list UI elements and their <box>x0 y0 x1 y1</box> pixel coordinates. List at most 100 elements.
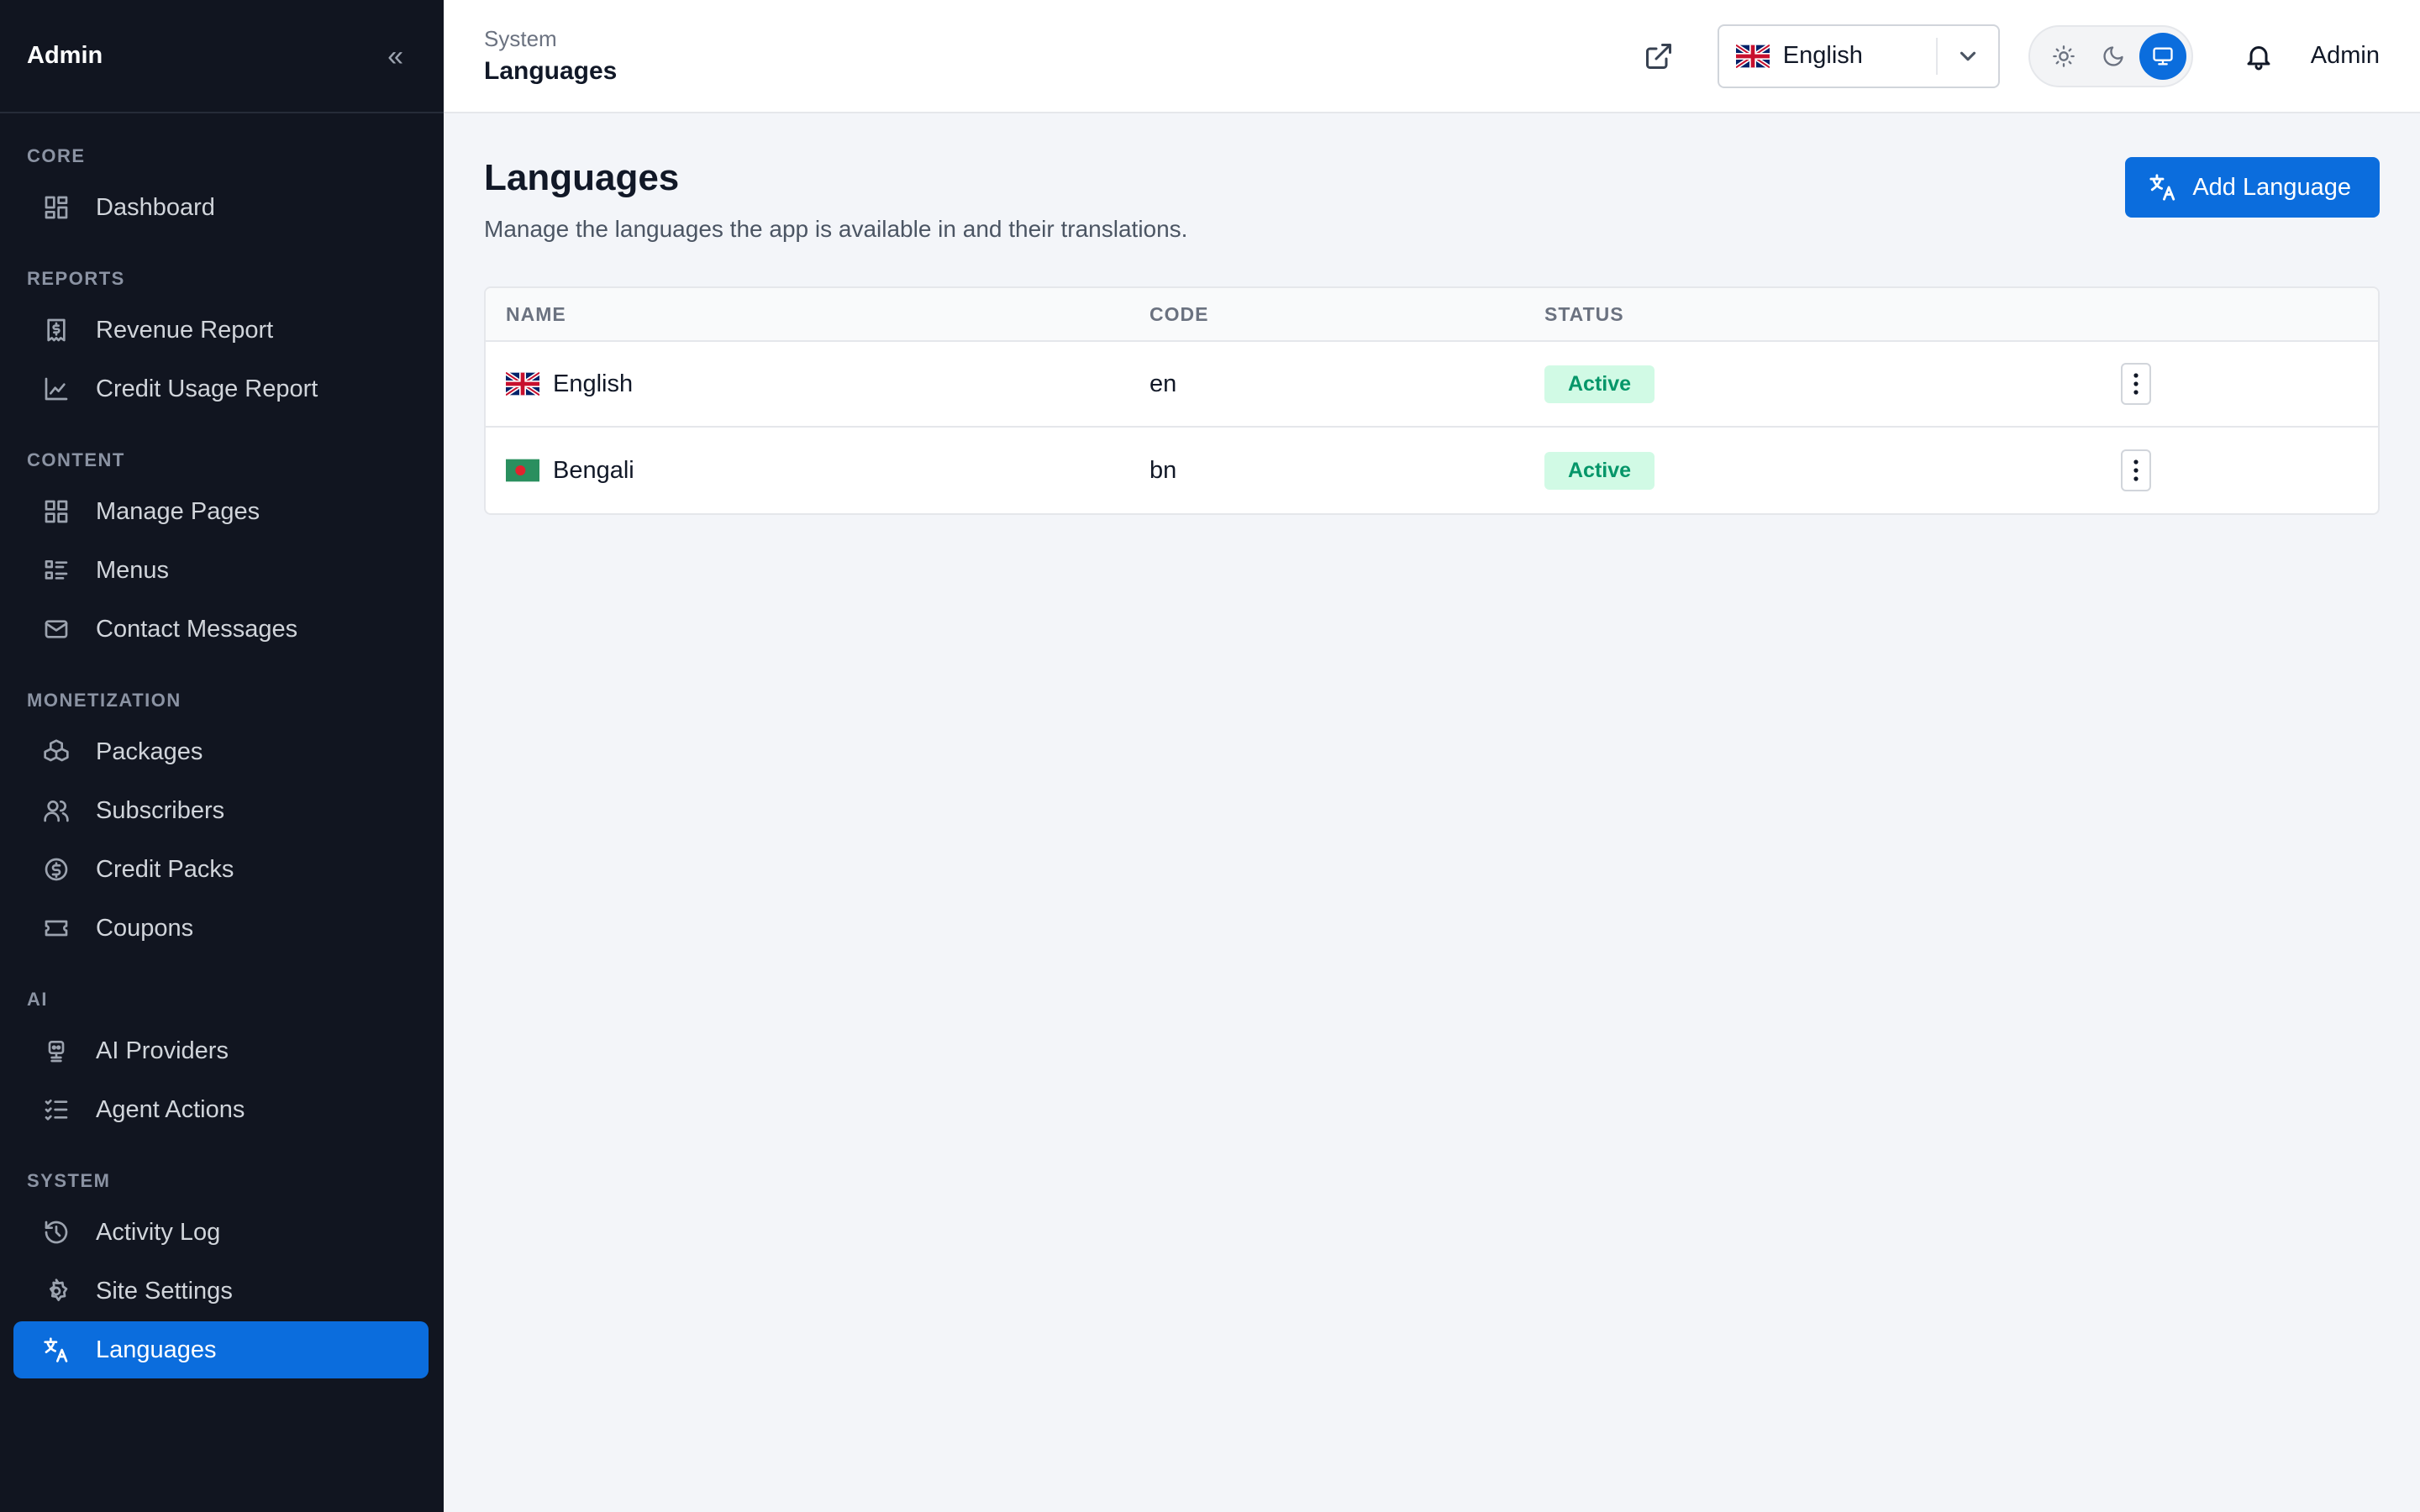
nav-section-ai: AI AI Providers Agent Actions <box>0 989 444 1138</box>
cell-status: Active <box>1544 451 2121 490</box>
sidebar-item-label: Credit Usage Report <box>96 375 318 402</box>
sidebar-title: Admin <box>27 42 103 69</box>
sidebar-item-activity-log[interactable]: Activity Log <box>13 1204 429 1261</box>
sidebar-item-label: Credit Packs <box>96 855 234 883</box>
bell-icon[interactable] <box>2233 31 2284 81</box>
sidebar-item-coupons[interactable]: Coupons <box>13 900 429 957</box>
sidebar-item-label: Subscribers <box>96 796 225 824</box>
translate-icon <box>42 1336 71 1364</box>
sidebar-item-label: Menus <box>96 556 170 584</box>
column-header-code[interactable]: CODE <box>1150 303 1544 326</box>
cell-actions <box>2121 449 2378 491</box>
sidebar-item-revenue-report[interactable]: Revenue Report <box>13 302 429 359</box>
sidebar-item-label: Contact Messages <box>96 615 298 643</box>
nav-section-monetization: MONETIZATION Packages Subscribers Credit… <box>0 690 444 957</box>
sidebar-item-label: AI Providers <box>96 1037 229 1064</box>
nav-section-label: SYSTEM <box>27 1170 111 1191</box>
column-header-status[interactable]: STATUS <box>1544 303 2121 326</box>
main-content: Languages Manage the languages the app i… <box>444 113 2420 515</box>
uk-flag-icon <box>1735 44 1770 68</box>
bangladesh-flag-icon <box>506 459 539 482</box>
more-vertical-icon[interactable] <box>2121 363 2151 405</box>
sidebar-item-label: Manage Pages <box>96 497 260 525</box>
sidebar-item-packages[interactable]: Packages <box>13 723 429 780</box>
sidebar-item-agent-actions[interactable]: Agent Actions <box>13 1081 429 1138</box>
receipt-dollar-icon <box>42 316 71 344</box>
grid-icon <box>42 497 71 526</box>
sidebar-item-dashboard[interactable]: Dashboard <box>13 179 429 236</box>
sidebar-item-site-settings[interactable]: Site Settings <box>13 1263 429 1320</box>
sidebar-item-credit-packs[interactable]: Credit Packs <box>13 841 429 898</box>
cell-status: Active <box>1544 365 2121 403</box>
theme-toggle <box>2028 24 2193 87</box>
sidebar-item-label: Languages <box>96 1336 217 1363</box>
sun-icon[interactable] <box>2040 33 2087 80</box>
table-header: NAME CODE STATUS <box>486 288 2378 342</box>
topbar-actions: English Admin <box>1634 24 2380 88</box>
sidebar-item-label: Site Settings <box>96 1277 233 1305</box>
language-code: bn <box>1150 456 1177 484</box>
users-icon <box>42 796 71 825</box>
nav-section-label: CORE <box>27 145 86 166</box>
sidebar-item-subscribers[interactable]: Subscribers <box>13 782 429 839</box>
uk-flag-icon <box>506 372 539 396</box>
dollar-circle-icon <box>42 855 71 884</box>
column-header-name[interactable]: NAME <box>486 303 1150 326</box>
nav-section-system: SYSTEM Activity Log Site Settings Langua… <box>0 1170 444 1378</box>
breadcrumb: System Languages <box>484 26 1634 86</box>
chart-icon <box>42 375 71 403</box>
sidebar-item-label: Activity Log <box>96 1218 221 1246</box>
chevron-down-icon[interactable] <box>1938 44 1998 69</box>
sidebar-item-label: Dashboard <box>96 193 215 221</box>
robot-icon <box>42 1037 71 1065</box>
table-row[interactable]: Bengali bn Active <box>486 428 2378 513</box>
cell-actions <box>2121 363 2378 405</box>
collapse-sidebar-icon[interactable]: « <box>387 42 403 71</box>
sidebar-item-ai-providers[interactable]: AI Providers <box>13 1022 429 1079</box>
nav-section-label: AI <box>27 989 48 1010</box>
sidebar: Admin « CORE Dashboard REPORTS Revenue R… <box>0 0 444 1512</box>
sidebar-item-label: Coupons <box>96 914 194 942</box>
nav-section-reports: REPORTS Revenue Report Credit Usage Repo… <box>0 268 444 417</box>
language-name: Bengali <box>553 456 634 484</box>
breadcrumb-current: Languages <box>484 57 618 85</box>
ticket-icon <box>42 914 71 942</box>
status-badge: Active <box>1544 365 1655 403</box>
add-language-button[interactable]: Add Language <box>2125 157 2380 218</box>
menu-list-icon <box>42 556 71 585</box>
sidebar-item-manage-pages[interactable]: Manage Pages <box>13 483 429 540</box>
nav-section-label: CONTENT <box>27 449 125 470</box>
user-menu[interactable]: Admin <box>2311 42 2380 70</box>
sidebar-item-label: Agent Actions <box>96 1095 245 1123</box>
sidebar-item-languages[interactable]: Languages <box>13 1321 429 1378</box>
language-code: en <box>1150 370 1177 397</box>
more-vertical-icon[interactable] <box>2121 449 2151 491</box>
language-name: English <box>553 370 634 397</box>
sidebar-item-label: Packages <box>96 738 203 765</box>
sidebar-nav: CORE Dashboard REPORTS Revenue Report Cr… <box>0 113 444 1378</box>
topbar: System Languages English Admin <box>444 0 2420 113</box>
boxes-icon <box>42 738 71 766</box>
cell-name: English <box>486 370 1150 398</box>
external-link-icon[interactable] <box>1634 31 1684 81</box>
page-header: Languages Manage the languages the app i… <box>484 157 2380 243</box>
cell-name: Bengali <box>486 457 1150 485</box>
sidebar-item-credit-usage-report[interactable]: Credit Usage Report <box>13 360 429 417</box>
breadcrumb-parent[interactable]: System <box>484 26 1634 52</box>
page-title: Languages <box>484 157 680 198</box>
language-select[interactable]: English <box>1717 24 2000 88</box>
sidebar-item-contact-messages[interactable]: Contact Messages <box>13 601 429 658</box>
monitor-icon[interactable] <box>2139 32 2186 80</box>
translate-icon <box>2149 173 2177 202</box>
moon-icon[interactable] <box>2090 33 2137 80</box>
page-heading: Languages Manage the languages the app i… <box>484 157 1187 243</box>
status-badge: Active <box>1544 451 1655 490</box>
dashboard-icon <box>42 193 71 222</box>
table-row[interactable]: English en Active <box>486 342 2378 428</box>
checklist-icon <box>42 1095 71 1124</box>
history-icon <box>42 1218 71 1247</box>
language-select-value: English <box>1782 42 1863 69</box>
gear-icon <box>42 1277 71 1305</box>
sidebar-item-menus[interactable]: Menus <box>13 542 429 599</box>
sidebar-item-label: Revenue Report <box>96 316 274 344</box>
